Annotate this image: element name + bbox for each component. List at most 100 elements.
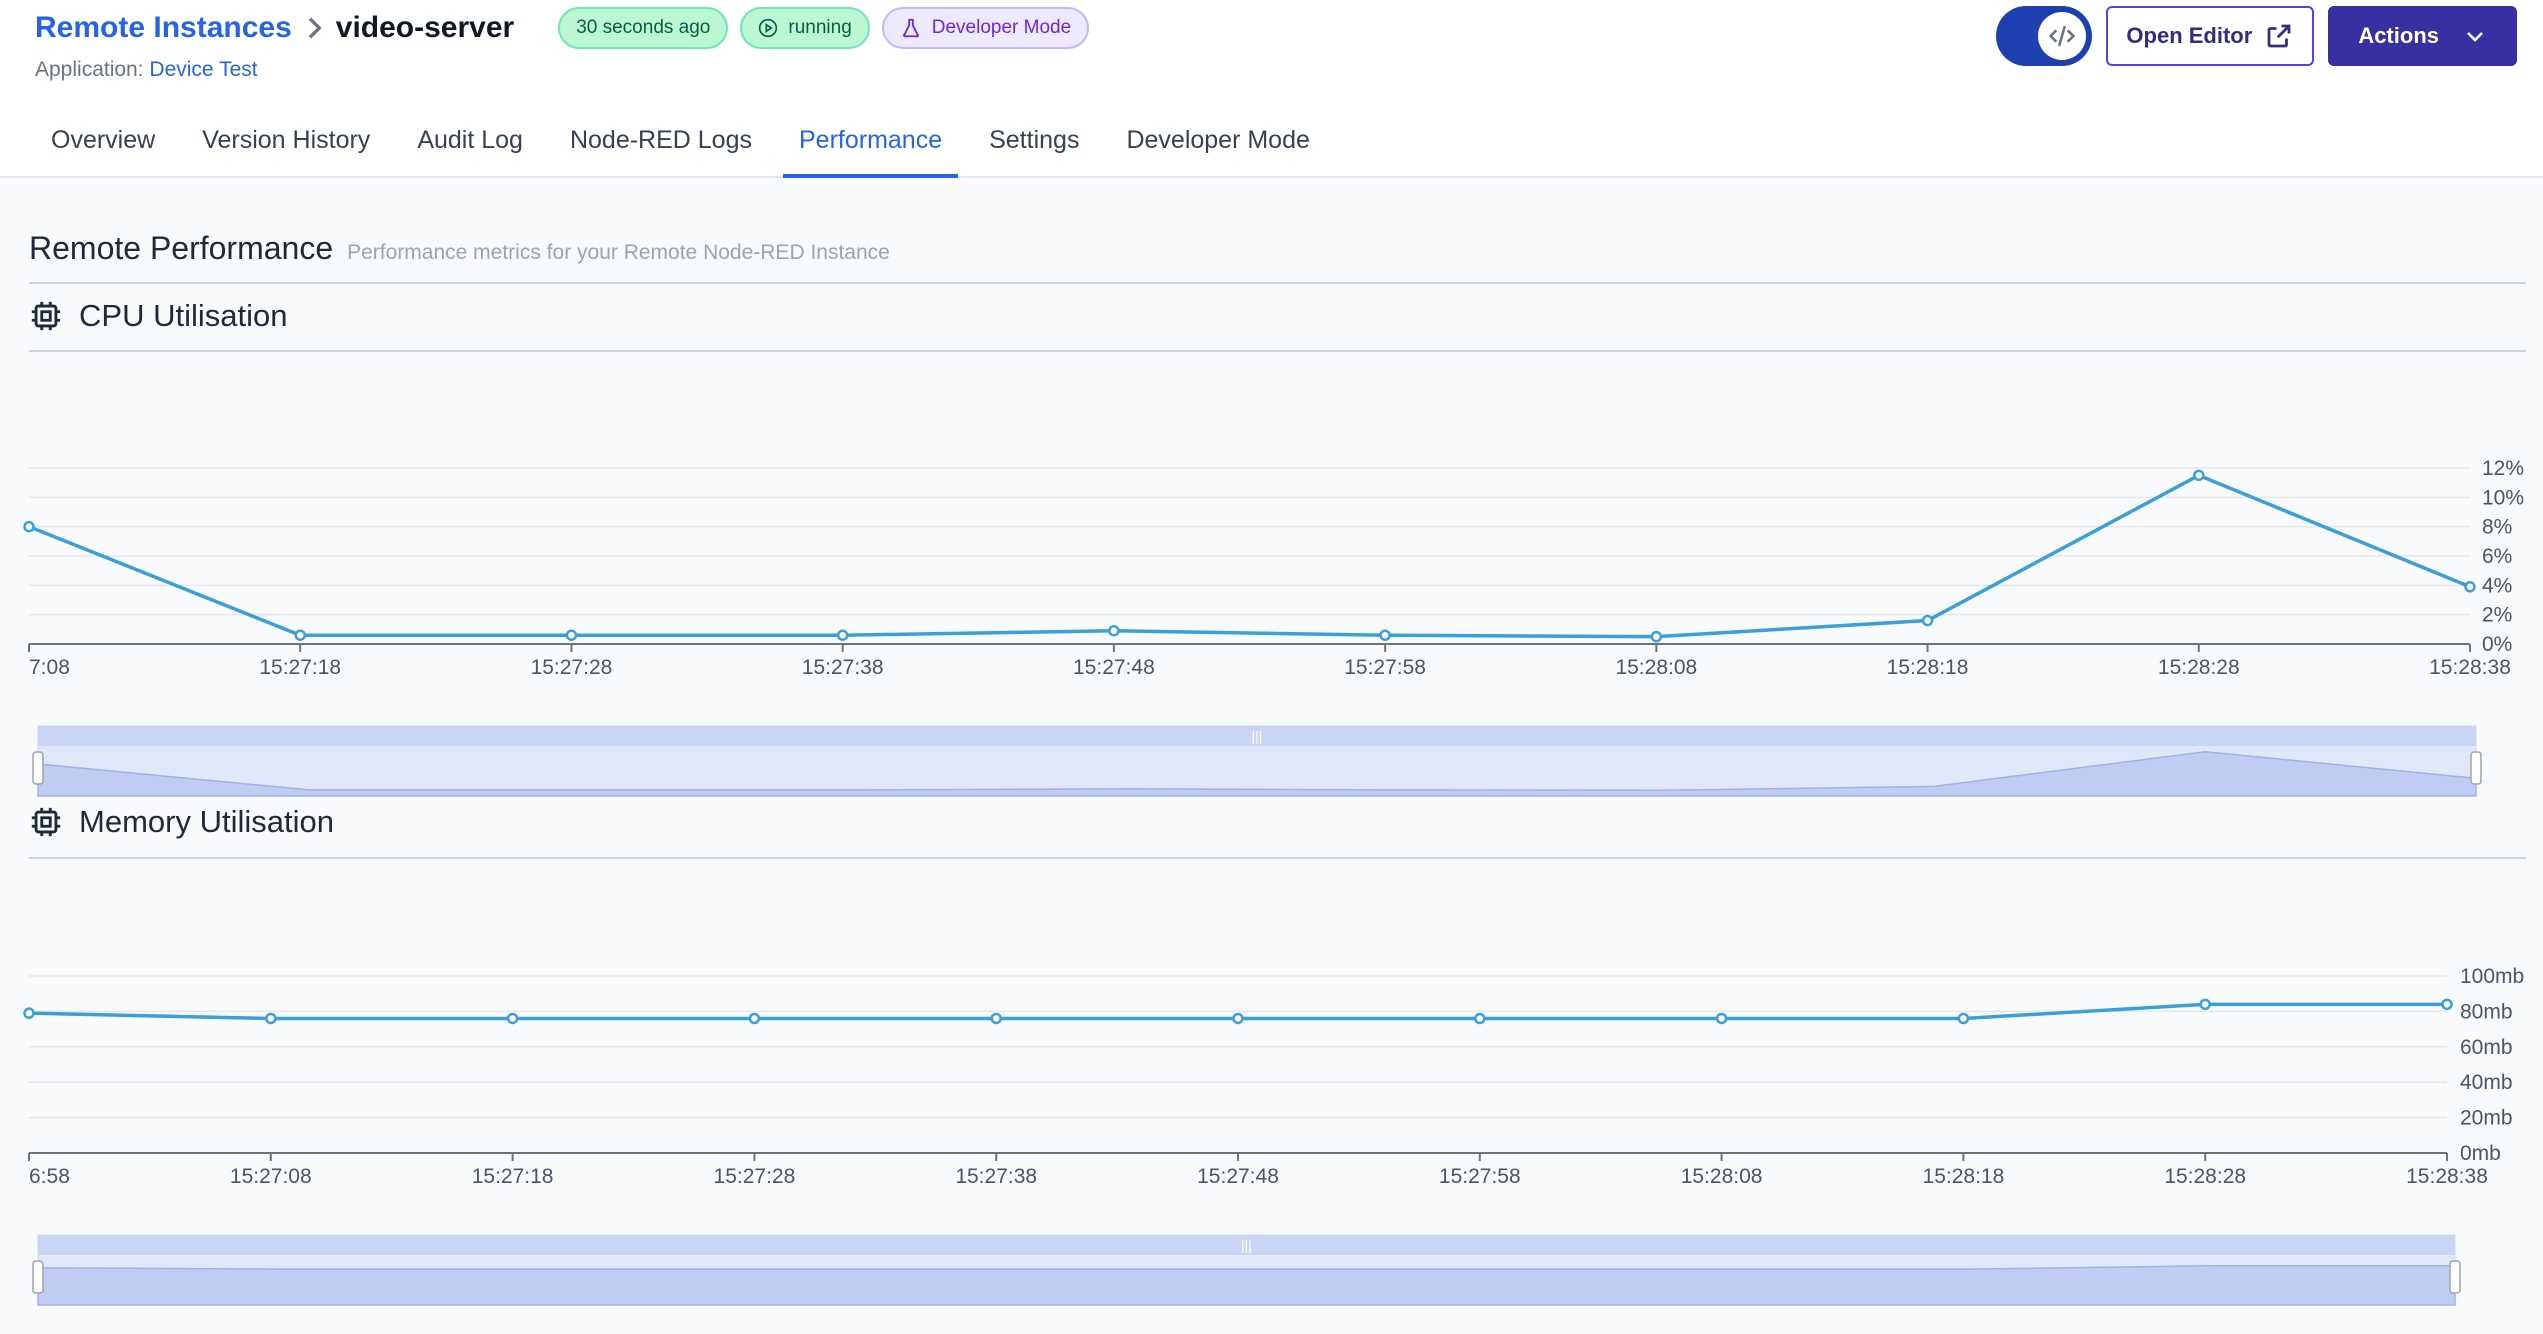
actions-button[interactable]: Actions <box>2328 6 2517 66</box>
memory-data-point <box>2199 998 2211 1011</box>
cpu-y-tick-label: 8% <box>2482 516 2512 539</box>
memory-x-tick-label: 15:27:38 <box>955 1165 1037 1188</box>
toggle-knob <box>2038 12 2087 60</box>
cpu-data-point <box>836 629 849 641</box>
cpu-y-tick-label: 0% <box>2482 633 2512 656</box>
chip-icon <box>31 301 61 331</box>
memory-x-tick-label: 15:27:28 <box>714 1165 796 1188</box>
page-header: Remote Instances video-server 30 seconds… <box>0 0 2543 178</box>
tab-settings[interactable]: Settings <box>973 112 1095 178</box>
cpu-data-point <box>1921 614 1934 627</box>
memory-x-tick-label: 6:58 <box>29 1165 70 1188</box>
top-actions: Open Editor Actions <box>1996 6 2517 66</box>
memory-x-tick-label: 15:27:48 <box>1197 1165 1279 1188</box>
section-heading: Remote Performance <box>29 230 334 266</box>
tab-performance[interactable]: Performance <box>782 112 959 178</box>
memory-data-point <box>1715 1012 1728 1025</box>
tab-node-red-logs[interactable]: Node-RED Logs <box>554 112 768 178</box>
memory-data-point <box>1957 1012 1970 1025</box>
memory-y-tick-label: 100mb <box>2460 965 2524 988</box>
memory-chart-title: Memory Utilisation <box>79 804 334 839</box>
cpu-chart-title: CPU Utilisation <box>79 298 288 333</box>
tab-overview[interactable]: Overview <box>35 112 171 178</box>
developer-mode-toggle[interactable] <box>1996 6 2093 66</box>
memory-zoom-preview-area <box>37 1264 2456 1306</box>
open-editor-label: Open Editor <box>2126 23 2253 48</box>
cpu-y-tick-label: 2% <box>2482 604 2512 627</box>
cpu-y-tick-label: 12% <box>2482 457 2524 480</box>
cpu-y-tick-label: 6% <box>2482 545 2512 568</box>
cpu-y-tick-label: 4% <box>2482 574 2512 597</box>
memory-zoom-left-handle <box>32 1260 44 1294</box>
cpu-data-point <box>23 520 35 533</box>
instance-name: video-server <box>335 11 515 44</box>
tab-developer-mode[interactable]: Developer Mode <box>1110 112 1325 178</box>
section-subtitle: Performance metrics for your Remote Node… <box>347 241 890 264</box>
cpu-data-point <box>1650 630 1663 643</box>
chevron-down-icon <box>2467 32 2483 42</box>
cpu-x-tick-label: 15:27:58 <box>1344 656 1426 679</box>
chevron-right-icon <box>308 17 322 39</box>
memory-x-tick-label: 15:27:08 <box>230 1165 312 1188</box>
developer-mode-label: Developer Mode <box>931 17 1072 38</box>
cpu-x-tick-label: 15:28:28 <box>2158 656 2240 679</box>
cpu-data-point <box>2464 581 2476 593</box>
status-badges: 30 seconds ago running Developer Mode <box>558 7 1090 49</box>
memory-x-tick-label: 15:27:58 <box>1439 1165 1521 1188</box>
memory-x-tick-label: 15:27:18 <box>472 1165 554 1188</box>
memory-x-tick-label: 15:28:08 <box>1681 1165 1763 1188</box>
application-row: Application: Device Test <box>35 58 258 82</box>
memory-data-point <box>1474 1012 1486 1025</box>
memory-data-point <box>23 1007 35 1019</box>
memory-data-point <box>265 1012 277 1025</box>
cpu-zoom-right-handle <box>2470 751 2482 785</box>
memory-x-tick-label: 15:28:38 <box>2406 1165 2488 1188</box>
cpu-x-tick-label: 15:28:08 <box>1615 656 1697 679</box>
last-seen-badge: 30 seconds ago <box>558 7 729 49</box>
open-editor-button[interactable]: Open Editor <box>2106 6 2315 66</box>
chip-icon <box>31 807 61 837</box>
memory-chart-divider <box>29 857 2526 859</box>
cpu-chart-header: CPU Utilisation <box>29 298 287 334</box>
breadcrumb-remote-instances[interactable]: Remote Instances <box>35 11 292 45</box>
memory-data-point <box>2441 998 2453 1011</box>
memory-x-tick-label: 15:28:28 <box>2164 1165 2246 1188</box>
beaker-icon <box>902 18 919 38</box>
cpu-data-point <box>1108 625 1120 637</box>
code-icon <box>2049 25 2076 47</box>
cpu-data-point <box>1379 629 1391 641</box>
application-link[interactable]: Device Test <box>149 58 257 81</box>
tab-version-history[interactable]: Version History <box>186 112 386 178</box>
cpu-chart-divider <box>29 350 2526 352</box>
cpu-x-tick-label: 15:27:28 <box>531 656 613 679</box>
status-label: running <box>788 17 852 38</box>
cpu-x-tick-label: 15:28:18 <box>1887 656 1969 679</box>
memory-zoom-grip-icon: ||| <box>1241 1237 1252 1253</box>
memory-y-tick-label: 60mb <box>2460 1036 2513 1059</box>
application-label: Application: <box>35 58 144 81</box>
cpu-data-point <box>294 629 306 641</box>
cpu-x-tick-label: 15:28:38 <box>2429 656 2511 679</box>
memory-data-point <box>748 1012 761 1025</box>
title-row: Remote Instances video-server 30 seconds… <box>35 7 1090 49</box>
memory-x-tick-label: 15:28:18 <box>1923 1165 2005 1188</box>
cpu-x-tick-label: 7:08 <box>29 656 70 679</box>
cpu-zoom-left-handle <box>32 751 44 785</box>
section-title: Remote Performance Performance metrics f… <box>29 230 890 267</box>
section-divider <box>29 282 2526 284</box>
memory-y-tick-label: 0mb <box>2460 1142 2501 1165</box>
cpu-zoom-grip-icon: ||| <box>1252 728 1263 744</box>
memory-y-tick-label: 40mb <box>2460 1071 2513 1094</box>
play-circle-icon <box>759 18 778 38</box>
memory-utilisation-chart[interactable]: 0mb 20mb 40mb 60mb 80mb 100mb 6:58 15:27:08 15:2… <box>0 945 2543 1334</box>
cpu-x-tick-label: 15:27:48 <box>1073 656 1155 679</box>
status-badge: running <box>740 7 870 49</box>
cpu-data-point <box>565 629 578 641</box>
actions-label: Actions <box>2358 23 2439 48</box>
cpu-utilisation-chart[interactable]: 0% 2% 4% 6% 8% 10% 12% 7:08 15:27:18 15:27:28 15:2… <box>0 440 2543 810</box>
cpu-y-tick-label: 10% <box>2482 486 2524 509</box>
cpu-x-tick-label: 15:27:18 <box>259 656 341 679</box>
tab-audit-log[interactable]: Audit Log <box>401 112 539 178</box>
memory-y-tick-label: 80mb <box>2460 1000 2513 1023</box>
memory-data-point <box>506 1012 519 1025</box>
